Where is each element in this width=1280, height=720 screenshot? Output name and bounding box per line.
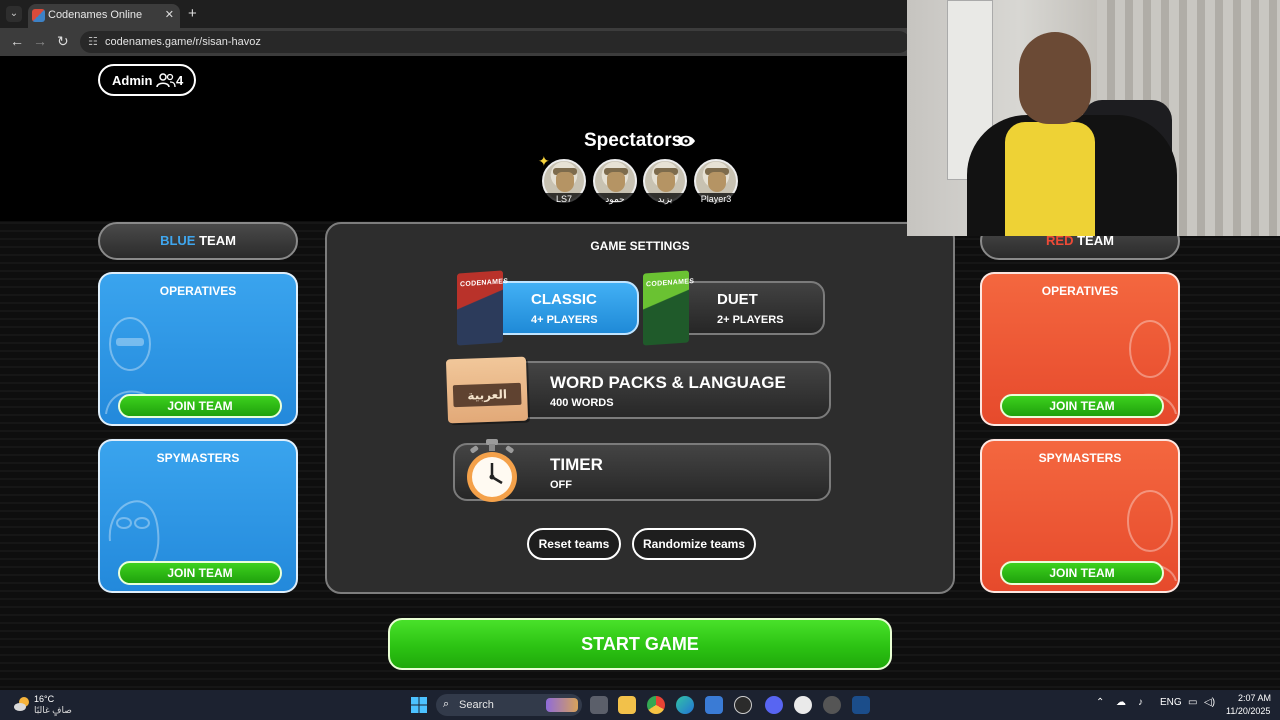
red-operatives-title: OPERATIVES xyxy=(1041,284,1119,298)
blue-operatives-card: OPERATIVES JOIN TEAM xyxy=(98,272,298,426)
app-icon[interactable] xyxy=(734,696,752,714)
search-icon: ⌕ xyxy=(443,698,450,710)
edge-icon[interactable] xyxy=(676,696,694,714)
team-word: TEAM xyxy=(199,233,236,248)
blue-team-color-word: BLUE xyxy=(160,233,196,248)
spectator-avatar[interactable]: يزيد xyxy=(637,159,693,206)
blue-spymasters-card: SPYMASTERS JOIN TEAM xyxy=(98,439,298,593)
browser-tab[interactable]: Codenames Online ✕ xyxy=(28,4,180,28)
stopwatch-icon xyxy=(467,439,517,502)
blue-operatives-join-button[interactable]: JOIN TEAM xyxy=(118,394,282,418)
file-explorer-icon[interactable] xyxy=(618,696,636,714)
site-info-icon[interactable]: ☷ xyxy=(88,35,98,48)
codenames-favicon-icon xyxy=(32,9,45,22)
clock-date[interactable]: 11/20/2025 xyxy=(1226,706,1270,716)
eye-icon xyxy=(677,135,695,147)
admin-label: Admin xyxy=(112,73,153,88)
host-star-icon: ✦ xyxy=(538,153,550,169)
search-highlight-icon xyxy=(546,698,578,712)
word-packs-title: WORD PACKS & LANGUAGE xyxy=(550,373,786,392)
tab-close-icon[interactable]: ✕ xyxy=(165,8,174,21)
spectator-name: LS7 xyxy=(536,193,592,206)
box-label: CODENAMES xyxy=(460,278,509,289)
clock-time[interactable]: 2:07 AM xyxy=(1238,693,1271,703)
new-tab-button[interactable]: + xyxy=(188,5,197,22)
blue-spymasters-title: SPYMASTERS xyxy=(156,451,240,465)
tab-title: Codenames Online xyxy=(48,9,143,21)
steam-icon[interactable] xyxy=(852,696,870,714)
spectator-avatar[interactable]: Player3 xyxy=(688,159,744,206)
blue-team-header: BLUE TEAM xyxy=(98,222,298,260)
chrome-icon[interactable] xyxy=(647,696,665,714)
url-text[interactable]: codenames.game/r/sisan-havoz xyxy=(105,36,261,48)
start-game-button[interactable]: START GAME xyxy=(388,618,892,670)
blue-spymasters-join-button[interactable]: JOIN TEAM xyxy=(118,561,282,585)
game-settings-panel: GAME SETTINGS CLASSIC 4+ PLAYERS CODENAM… xyxy=(325,222,955,594)
back-button[interactable]: ← xyxy=(10,33,24,49)
timer-title: TIMER xyxy=(550,455,603,474)
spectator-avatar[interactable]: حمود xyxy=(587,159,643,206)
timer-status: OFF xyxy=(550,479,572,491)
obs-icon[interactable] xyxy=(823,696,841,714)
spectators-title: Spectators xyxy=(584,130,683,151)
cloud-icon[interactable]: ☁ xyxy=(1116,697,1126,708)
search-label: Search xyxy=(459,699,494,711)
discord-icon[interactable] xyxy=(765,696,783,714)
address-bar[interactable]: ☷ codenames.game/r/sisan-havoz xyxy=(80,31,910,53)
webcam-overlay xyxy=(907,0,1280,236)
reset-teams-button[interactable]: Reset teams xyxy=(527,528,621,560)
duet-box-art: CODENAMES xyxy=(643,270,694,346)
box-label: CODENAMES xyxy=(646,278,695,289)
player-count: 4 xyxy=(176,73,184,88)
network-icon[interactable]: ▭ xyxy=(1188,697,1197,708)
streamer-face xyxy=(1019,32,1091,124)
windows-start-icon[interactable] xyxy=(411,697,427,713)
spectator-name: حمود xyxy=(587,193,643,206)
volume-icon[interactable]: ◁) xyxy=(1204,697,1215,708)
weather-icon[interactable] xyxy=(13,695,31,713)
taskbar-search[interactable]: ⌕ Search xyxy=(436,694,582,716)
microphone-icon[interactable]: ♪ xyxy=(1138,697,1143,708)
task-view-icon[interactable] xyxy=(590,696,608,714)
tray-overflow-icon[interactable]: ⌃ xyxy=(1096,697,1104,708)
windows-taskbar: 16°C صافٍ غالبًا ⌕ Search ⌃ ☁ ♪ ENG ▭ ◁)… xyxy=(0,690,1280,720)
forward-button[interactable]: → xyxy=(33,33,47,49)
classic-box-art: CODENAMES xyxy=(457,270,508,346)
settings-title: GAME SETTINGS xyxy=(590,239,690,253)
red-spymasters-card: SPYMASTERS JOIN TEAM xyxy=(980,439,1180,593)
reload-button[interactable]: ↻ xyxy=(57,33,69,50)
weather-description[interactable]: صافٍ غالبًا xyxy=(34,705,72,716)
red-spymasters-join-button[interactable]: JOIN TEAM xyxy=(1000,561,1164,585)
red-operatives-card: OPERATIVES JOIN TEAM xyxy=(980,272,1180,426)
tab-search-menu-button[interactable]: ⌄ xyxy=(6,6,22,22)
spectator-name: Player3 xyxy=(688,193,744,206)
admin-button[interactable]: Admin 4 xyxy=(98,64,196,96)
language-indicator[interactable]: ENG xyxy=(1160,697,1182,708)
spectator-avatar[interactable]: ✦ LS7 xyxy=(536,153,592,206)
weather-temperature[interactable]: 16°C xyxy=(34,694,54,704)
red-operatives-join-button[interactable]: JOIN TEAM xyxy=(1000,394,1164,418)
randomize-teams-button[interactable]: Randomize teams xyxy=(632,528,756,560)
players-icon xyxy=(156,73,176,88)
language-card-icon: العربية xyxy=(445,356,529,424)
settings-gear-icon[interactable] xyxy=(794,696,812,714)
store-icon[interactable] xyxy=(705,696,723,714)
red-spymasters-title: SPYMASTERS xyxy=(1038,451,1122,465)
spectator-name: يزيد xyxy=(637,193,693,206)
word-count: 400 WORDS xyxy=(550,397,614,409)
language-badge: العربية xyxy=(452,382,522,408)
blue-operatives-title: OPERATIVES xyxy=(159,284,237,298)
